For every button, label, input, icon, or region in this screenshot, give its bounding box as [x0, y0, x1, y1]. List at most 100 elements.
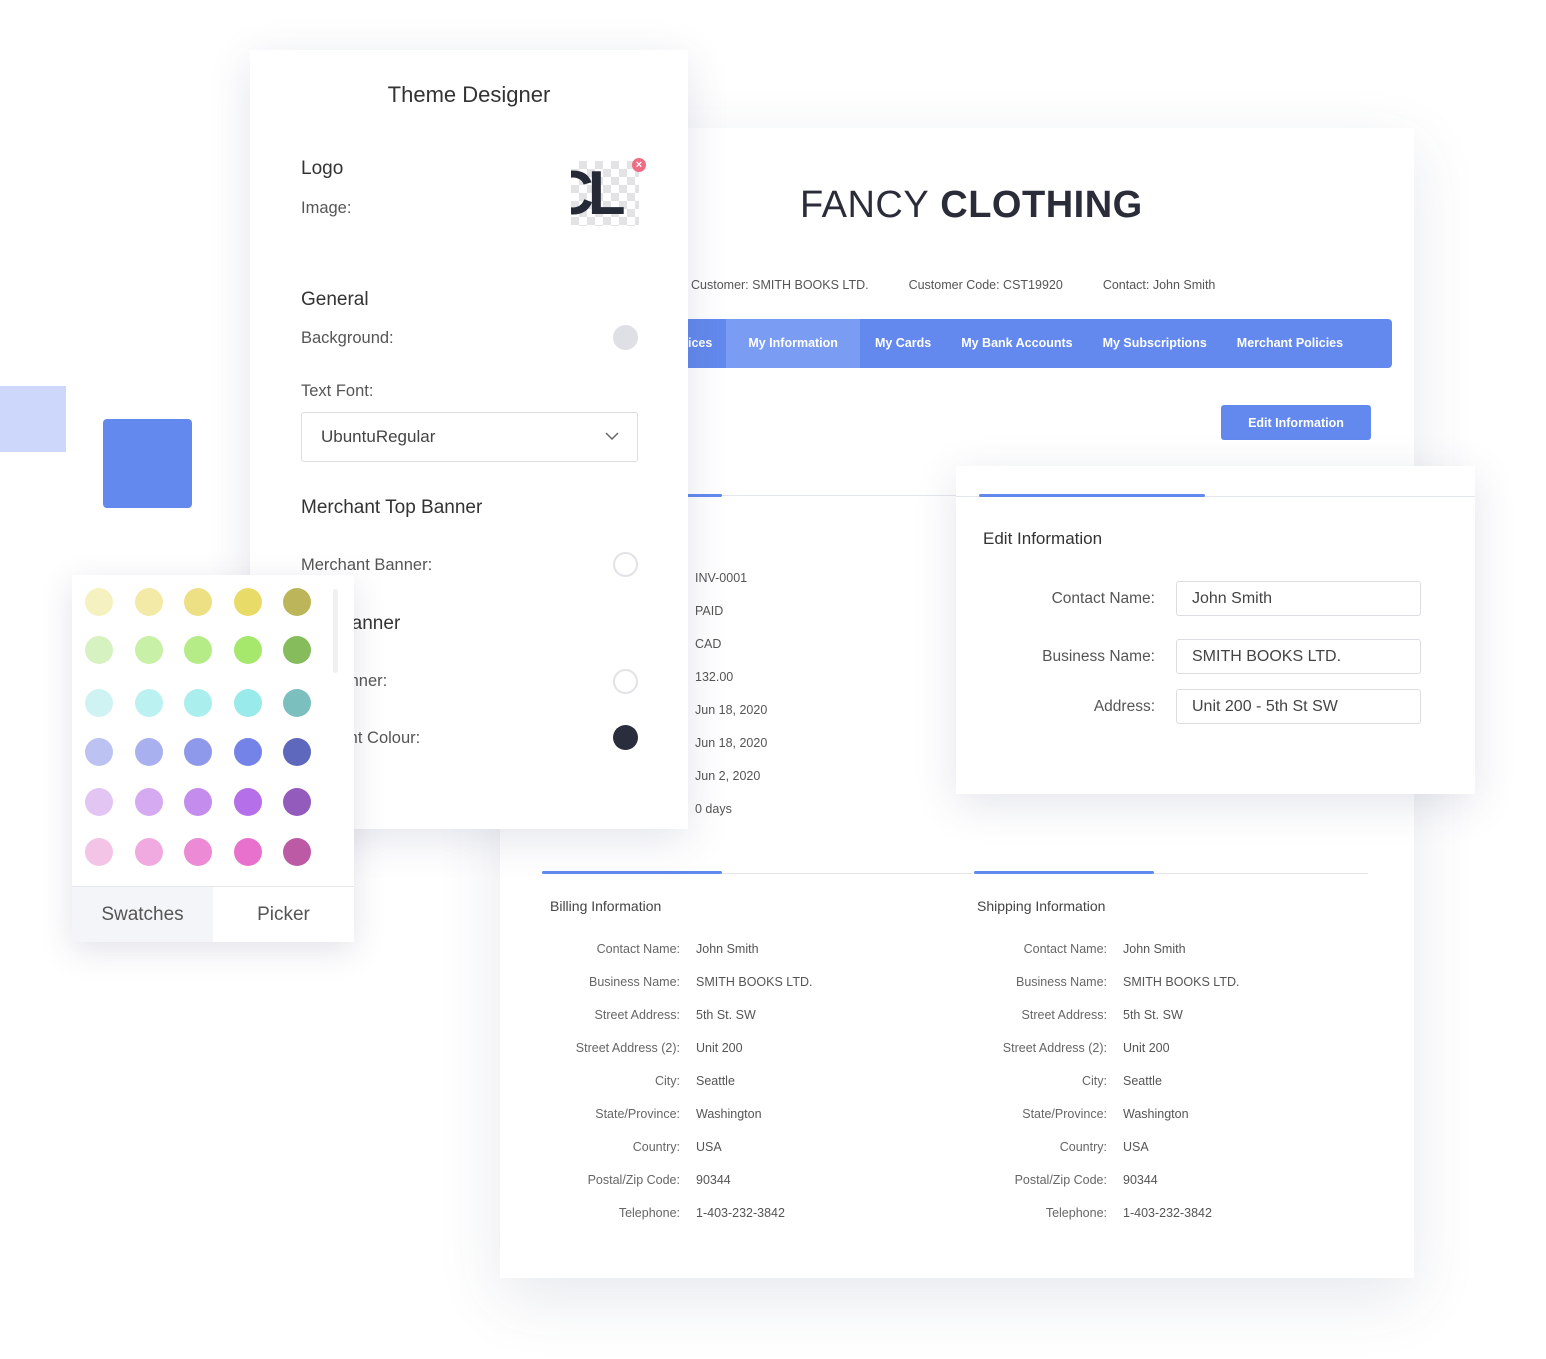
- color-swatch[interactable]: [184, 588, 212, 616]
- nav-tab-my-bank-accounts[interactable]: My Bank Accounts: [946, 319, 1087, 368]
- info-value: 90344: [696, 1173, 731, 1187]
- color-swatch[interactable]: [233, 838, 262, 866]
- info-value: USA: [696, 1140, 722, 1154]
- customer-font-color-swatch[interactable]: [613, 725, 638, 750]
- chevron-down-icon: [605, 432, 619, 441]
- remove-logo-icon[interactable]: ×: [632, 158, 646, 172]
- theme-designer-title: Theme Designer: [387, 82, 551, 107]
- invoice-number: INV-0001: [695, 571, 748, 585]
- nav-tab-my-subscriptions[interactable]: My Subscriptions: [1088, 319, 1222, 368]
- nav-tab-my-information[interactable]: My Information: [726, 319, 860, 368]
- info-row: State/Province: Washington: [977, 1107, 1239, 1140]
- info-label: Contact Name:: [596, 942, 680, 956]
- invoice-date: Jun 18, 2020: [695, 703, 768, 717]
- invoice-paid-date: Jun 18, 2020: [695, 736, 768, 750]
- info-label: City:: [1082, 1074, 1107, 1088]
- text-font-select[interactable]: UbuntuRegular: [301, 412, 638, 462]
- color-swatch[interactable]: [283, 738, 311, 766]
- logo-preview[interactable]: CL ×: [571, 158, 646, 228]
- info-row: Telephone: 1-403-232-3842: [550, 1206, 812, 1239]
- color-swatch[interactable]: [134, 636, 163, 664]
- info-value: John Smith: [1123, 942, 1186, 956]
- color-swatch[interactable]: [283, 588, 311, 616]
- invoice-status: PAID: [695, 604, 724, 618]
- color-swatch[interactable]: [184, 636, 212, 664]
- color-swatch[interactable]: [85, 838, 113, 866]
- info-row: Telephone: 1-403-232-3842: [977, 1206, 1239, 1239]
- popover-tabs: Swatches Picker: [72, 886, 354, 942]
- info-value: 5th St. SW: [1123, 1008, 1183, 1022]
- color-swatch[interactable]: [283, 788, 311, 816]
- info-label: Postal/Zip Code:: [1014, 1173, 1107, 1187]
- invoice-due-date: Jun 2, 2020: [695, 769, 761, 783]
- info-label: Telephone:: [618, 1206, 680, 1220]
- merchant-nav-bar: ices My Information My Cards My Bank Acc…: [650, 319, 1392, 368]
- color-swatch[interactable]: [283, 636, 311, 664]
- invoice-currency: CAD: [695, 637, 722, 651]
- business-name-label: Business Name:: [1042, 647, 1155, 665]
- color-swatch[interactable]: [134, 689, 163, 717]
- info-value: 1-403-232-3842: [696, 1206, 785, 1220]
- info-value: Unit 200: [696, 1041, 743, 1055]
- info-value: SMITH BOOKS LTD.: [696, 975, 813, 989]
- info-value: 90344: [1123, 1173, 1158, 1187]
- info-row: City: Seattle: [550, 1074, 812, 1107]
- color-swatch[interactable]: [134, 588, 163, 616]
- info-row: Business Name: SMITH BOOKS LTD.: [977, 975, 1239, 1008]
- info-label: State/Province:: [1022, 1107, 1107, 1121]
- tab-swatches[interactable]: Swatches: [72, 887, 213, 942]
- logo-image-label: Image:: [301, 199, 352, 217]
- color-swatch[interactable]: [233, 636, 262, 664]
- color-swatch[interactable]: [85, 689, 113, 717]
- color-swatch[interactable]: [85, 588, 113, 616]
- color-swatch[interactable]: [283, 689, 311, 717]
- info-row: Business Name: SMITH BOOKS LTD.: [550, 975, 812, 1008]
- info-label: Street Address:: [1021, 1008, 1107, 1022]
- info-row: Country: USA: [977, 1140, 1239, 1173]
- info-row: Street Address (2): Unit 200: [550, 1041, 812, 1074]
- color-swatch[interactable]: [85, 636, 113, 664]
- info-label: Telephone:: [1045, 1206, 1107, 1220]
- info-label: Country:: [1059, 1140, 1107, 1154]
- customer-info-bar: Customer: SMITH BOOKS LTD. Customer Code…: [691, 278, 1215, 292]
- color-swatch[interactable]: [134, 838, 163, 866]
- business-name-row: Business Name:: [956, 639, 1421, 674]
- color-swatch[interactable]: [184, 738, 212, 766]
- background-color-swatch[interactable]: [613, 325, 638, 350]
- info-value: SMITH BOOKS LTD.: [1123, 975, 1240, 989]
- popover-scrollbar[interactable]: [333, 589, 338, 673]
- business-name-input[interactable]: [1176, 639, 1421, 674]
- color-swatch[interactable]: [233, 588, 262, 616]
- text-font-label: Text Font:: [301, 382, 374, 400]
- info-row: Contact Name: John Smith: [977, 942, 1239, 975]
- color-swatch[interactable]: [184, 838, 212, 866]
- brand-logo: FANCY CLOTHING: [800, 184, 1143, 227]
- nav-tab-my-cards[interactable]: My Cards: [860, 319, 946, 368]
- nav-tab-merchant-policies[interactable]: Merchant Policies: [1222, 319, 1358, 368]
- color-swatch[interactable]: [233, 738, 262, 766]
- color-swatch[interactable]: [134, 788, 163, 816]
- color-swatch[interactable]: [184, 788, 212, 816]
- contact-name-label: Contact Name:: [1051, 589, 1155, 607]
- invoice-values-list: INV-0001 PAID CAD 132.00 Jun 18, 2020 Ju…: [695, 568, 767, 832]
- merchant-banner-color-swatch[interactable]: [613, 552, 638, 577]
- color-swatch[interactable]: [85, 738, 113, 766]
- info-label: Postal/Zip Code:: [587, 1173, 680, 1187]
- color-swatch[interactable]: [233, 689, 262, 717]
- info-row: Street Address: 5th St. SW: [977, 1008, 1239, 1041]
- color-swatch[interactable]: [134, 738, 163, 766]
- decorative-square-light: [0, 386, 66, 452]
- shipping-rows: Contact Name: John Smith Business Name: SMI…: [977, 942, 1240, 1239]
- customer-banner-color-swatch[interactable]: [613, 669, 638, 694]
- edit-information-button[interactable]: Edit Information: [1221, 405, 1371, 440]
- billing-rows: Contact Name: John Smith Business Name: SMI…: [550, 942, 813, 1239]
- color-swatch[interactable]: [184, 689, 212, 717]
- contact-name-input[interactable]: [1176, 581, 1421, 616]
- color-swatch[interactable]: [283, 838, 311, 866]
- info-value: Washington: [696, 1107, 762, 1121]
- color-swatch[interactable]: [85, 788, 113, 816]
- tab-picker[interactable]: Picker: [213, 887, 354, 942]
- color-swatch[interactable]: [233, 788, 262, 816]
- address-input[interactable]: [1176, 689, 1421, 724]
- info-row: Postal/Zip Code: 90344: [550, 1173, 812, 1206]
